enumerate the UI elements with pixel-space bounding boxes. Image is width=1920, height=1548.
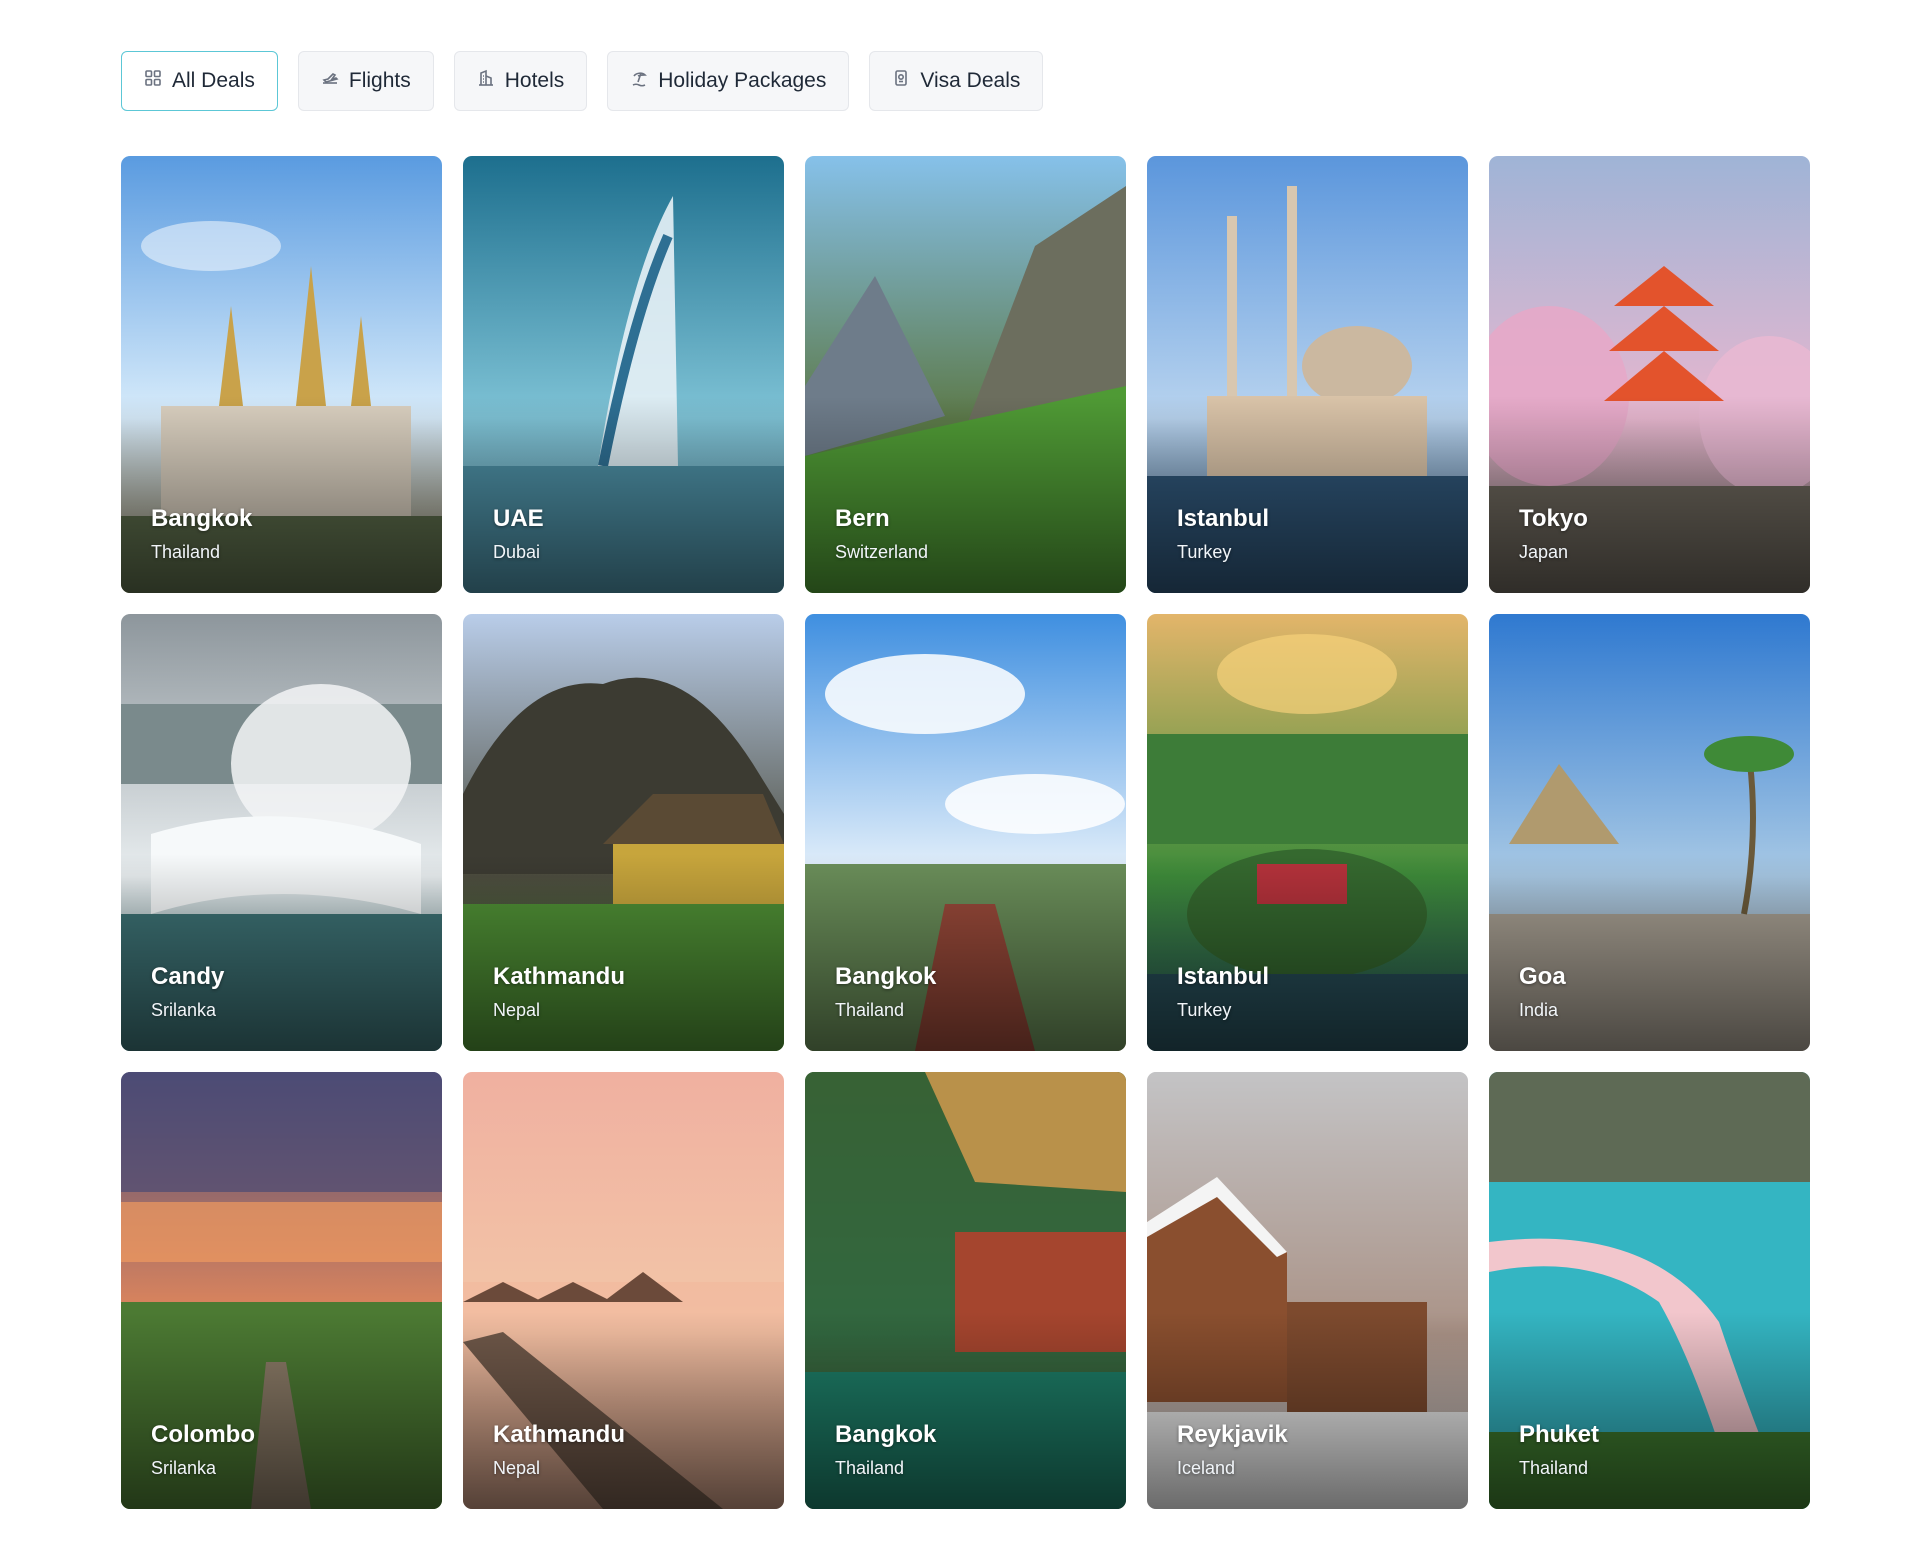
passport-icon bbox=[892, 69, 910, 93]
beach-icon bbox=[630, 69, 648, 93]
tab-visa-deals[interactable]: Visa Deals bbox=[869, 51, 1044, 111]
deal-card[interactable]: Kathmandu Nepal bbox=[463, 614, 784, 1051]
deal-country: Turkey bbox=[1177, 1000, 1232, 1020]
deal-country: Switzerland bbox=[835, 542, 929, 562]
deal-card[interactable]: Istanbul Turkey bbox=[1147, 614, 1468, 1051]
tab-holiday-packages[interactable]: Holiday Packages bbox=[607, 51, 850, 111]
image-overlay bbox=[463, 1312, 784, 1509]
deal-card[interactable]: Candy Srilanka bbox=[121, 614, 442, 1051]
deal-category-tabs: All Deals Flights Hotels Holiday Packages Vi… bbox=[121, 51, 1044, 111]
deal-card[interactable]: Tokyo Japan bbox=[1489, 156, 1810, 593]
deal-city: Kathmandu bbox=[493, 1421, 625, 1448]
deal-country: Thailand bbox=[1519, 1458, 1589, 1478]
image-overlay bbox=[463, 854, 784, 1051]
image-overlay bbox=[121, 1312, 442, 1509]
deal-country: Japan bbox=[1519, 542, 1569, 562]
deal-city: Istanbul bbox=[1177, 963, 1270, 990]
image-overlay bbox=[1489, 854, 1810, 1051]
deal-city: Kathmandu bbox=[493, 963, 625, 990]
image-overlay bbox=[805, 854, 1126, 1051]
image-overlay bbox=[463, 396, 784, 593]
image-overlay bbox=[1147, 854, 1468, 1051]
deal-country: Thailand bbox=[151, 542, 221, 562]
deals-grid: Bangkok Thailand UAE Dubai Bern Switzerland Is… bbox=[121, 156, 1810, 1509]
deal-country: Iceland bbox=[1177, 1458, 1236, 1478]
deal-card[interactable]: Reykjavik Iceland bbox=[1147, 1072, 1468, 1509]
tab-label: Visa Deals bbox=[920, 69, 1021, 92]
deal-country: Turkey bbox=[1177, 542, 1232, 562]
deal-card[interactable]: Bangkok Thailand bbox=[121, 156, 442, 593]
deal-city: Phuket bbox=[1519, 1421, 1600, 1448]
deal-city: Bern bbox=[835, 505, 890, 532]
deal-city: Candy bbox=[151, 963, 225, 990]
image-overlay bbox=[1147, 1312, 1468, 1509]
deal-city: UAE bbox=[493, 505, 544, 532]
image-overlay bbox=[121, 396, 442, 593]
image-overlay bbox=[121, 854, 442, 1051]
tab-flights[interactable]: Flights bbox=[297, 51, 434, 111]
deal-city: Bangkok bbox=[835, 1421, 937, 1448]
deal-card[interactable]: Kathmandu Nepal bbox=[463, 1072, 784, 1509]
deal-city: Colombo bbox=[151, 1421, 255, 1448]
deal-country: Thailand bbox=[835, 1000, 905, 1020]
deal-city: Goa bbox=[1519, 963, 1566, 990]
deal-card[interactable]: Bern Switzerland bbox=[805, 156, 1126, 593]
deal-country: Dubai bbox=[493, 542, 541, 562]
tab-label: All Deals bbox=[172, 69, 255, 92]
deal-city: Tokyo bbox=[1519, 505, 1588, 532]
deal-city: Bangkok bbox=[151, 505, 253, 532]
tab-label: Hotels bbox=[504, 69, 565, 92]
deal-country: Thailand bbox=[835, 1458, 905, 1478]
deal-country: Nepal bbox=[493, 1000, 541, 1020]
deal-country: Nepal bbox=[493, 1458, 541, 1478]
deal-city: Reykjavik bbox=[1177, 1421, 1288, 1448]
deal-city: Istanbul bbox=[1177, 505, 1270, 532]
deal-card[interactable]: Colombo Srilanka bbox=[121, 1072, 442, 1509]
image-overlay bbox=[1489, 396, 1810, 593]
tab-label: Holiday Packages bbox=[658, 69, 827, 92]
deal-card[interactable]: Bangkok Thailand bbox=[805, 614, 1126, 1051]
tab-hotels[interactable]: Hotels bbox=[453, 51, 588, 111]
deal-country: Srilanka bbox=[151, 1000, 217, 1020]
deal-country: Srilanka bbox=[151, 1458, 217, 1478]
deal-city: Bangkok bbox=[835, 963, 937, 990]
image-overlay bbox=[1489, 1312, 1810, 1509]
building-icon bbox=[477, 69, 495, 93]
deal-country: India bbox=[1519, 1000, 1559, 1020]
tab-all-deals[interactable]: All Deals bbox=[121, 51, 278, 111]
deal-card[interactable]: Phuket Thailand bbox=[1489, 1072, 1810, 1509]
image-overlay bbox=[805, 1312, 1126, 1509]
plane-icon bbox=[321, 69, 339, 93]
tab-label: Flights bbox=[348, 69, 411, 92]
grid-icon bbox=[144, 69, 162, 93]
image-overlay bbox=[1147, 396, 1468, 593]
image-overlay bbox=[805, 396, 1126, 593]
deal-card[interactable]: UAE Dubai bbox=[463, 156, 784, 593]
deal-card[interactable]: Istanbul Turkey bbox=[1147, 156, 1468, 593]
deal-card[interactable]: Goa India bbox=[1489, 614, 1810, 1051]
deal-card[interactable]: Bangkok Thailand bbox=[805, 1072, 1126, 1509]
